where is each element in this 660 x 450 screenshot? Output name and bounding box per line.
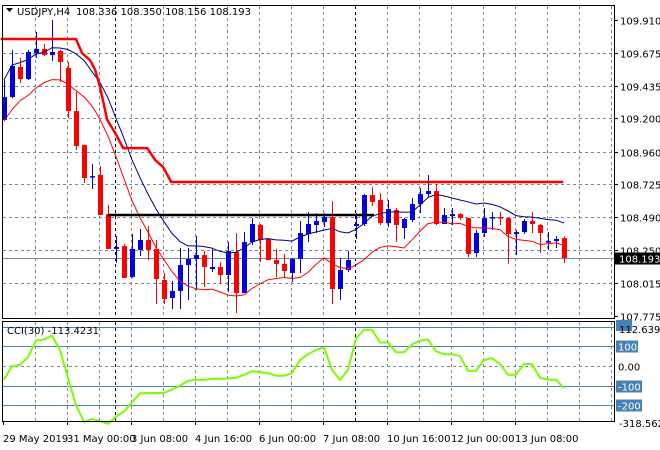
bear-candle	[234, 252, 239, 294]
bear-candle	[282, 263, 287, 272]
price-axis-label: 109.910	[620, 17, 660, 28]
time-axis-label: 4 Jun 16:00	[195, 434, 252, 445]
bull-candle	[450, 214, 455, 216]
time-axis-label: 7 Jun 08:00	[323, 434, 380, 445]
cci-max-label: 112.639	[619, 325, 660, 336]
cci-level-label: -100	[618, 383, 641, 394]
bull-candle	[514, 232, 519, 234]
bear-candle	[466, 218, 471, 254]
bull-candle	[314, 220, 319, 225]
time-axis-label: 10 Jun 16:00	[387, 434, 451, 445]
bull-candle	[402, 219, 407, 229]
price-axis-label: 108.015	[620, 280, 660, 291]
bear-candle	[258, 224, 263, 240]
bull-candle	[546, 241, 551, 243]
bear-candle	[266, 238, 271, 261]
bear-candle	[202, 255, 207, 267]
bear-candle	[122, 246, 127, 278]
current-price-label: 108.193	[619, 255, 660, 266]
bull-candle	[554, 238, 559, 242]
bull-candle	[170, 290, 175, 299]
bull-candle	[362, 195, 367, 225]
bear-candle	[146, 239, 151, 250]
price-axis-label: 109.435	[620, 83, 660, 94]
bull-candle	[210, 266, 215, 270]
price-axis-label: 109.200	[620, 115, 660, 126]
cci-label: CCI(30) -113.4231	[7, 326, 99, 337]
bull-candle	[386, 209, 391, 224]
bear-candle	[58, 51, 63, 62]
bear-candle	[218, 266, 223, 276]
bull-candle	[50, 52, 55, 56]
price-axis-label: 108.960	[620, 149, 660, 160]
bear-candle	[74, 111, 79, 146]
bull-candle	[426, 191, 431, 195]
bear-candle	[538, 224, 543, 234]
bull-candle	[34, 48, 39, 53]
bull-candle	[226, 251, 231, 276]
bear-candle	[66, 67, 71, 112]
cci-indicator	[3, 328, 565, 425]
bull-candle	[10, 66, 15, 98]
bull-candle	[306, 224, 311, 234]
bull-candle	[242, 242, 247, 294]
bear-candle	[434, 191, 439, 225]
time-axis-label: 6 Jun 00:00	[259, 434, 316, 445]
cci-level-label: 100	[618, 343, 637, 354]
bull-candle	[138, 239, 143, 250]
dropdown-triangle-icon[interactable]	[6, 8, 13, 12]
bull-candle	[522, 220, 527, 233]
bull-candle	[90, 176, 95, 178]
time-axis-label: 3 Jun 08:00	[131, 434, 188, 445]
bull-candle	[130, 248, 135, 277]
bull-candle	[186, 258, 191, 266]
price-axis-label: 108.725	[620, 181, 660, 192]
bull-candle	[482, 218, 487, 234]
bear-candle	[498, 217, 503, 219]
cci-min-label: -318.5623	[619, 419, 660, 430]
cci-level-label: 0.00	[618, 363, 640, 374]
symbol-label: USDJPY,H4	[17, 7, 70, 18]
bear-candle	[378, 200, 383, 224]
ohlc-readout: 108.336 108.350 108.156 108.193	[76, 7, 251, 18]
cci-level-label: -200	[618, 402, 641, 413]
time-axis-label: 29 May 2019	[3, 434, 68, 445]
bull-candle	[354, 224, 359, 226]
bull-candle	[490, 217, 495, 219]
bull-candle	[322, 217, 327, 222]
bear-candle	[530, 220, 535, 225]
bull-candle	[338, 270, 343, 290]
bull-candle	[194, 255, 199, 259]
price-axis-label: 109.675	[620, 50, 660, 61]
bear-candle	[458, 214, 463, 219]
bull-candle	[178, 265, 183, 291]
bull-candle	[250, 224, 255, 243]
time-axis-label: 31 May 00:00	[67, 434, 136, 445]
bear-candle	[274, 260, 279, 264]
bear-candle	[562, 238, 567, 258]
cci-line	[3, 328, 565, 425]
chart-window: 109.910 109.675 109.435 109.200 108.960 108.7…	[0, 5, 660, 445]
bear-candle	[330, 217, 335, 290]
bear-candle	[370, 195, 375, 202]
bear-candle	[82, 145, 87, 179]
bear-candle	[162, 280, 167, 300]
price-axis-label: 108.490	[620, 214, 660, 225]
bear-candle	[154, 248, 159, 280]
bull-candle	[26, 52, 31, 80]
time-axis-label: 12 Jun 00:00	[451, 434, 515, 445]
time-axis-label: 13 Jun 08:00	[515, 434, 579, 445]
bear-candle	[98, 174, 103, 216]
ma-upper-line	[3, 47, 565, 254]
bear-candle	[18, 66, 23, 80]
bull-candle	[474, 233, 479, 253]
bull-candle	[290, 258, 295, 273]
bear-candle	[106, 214, 111, 249]
bear-candle	[506, 218, 511, 234]
bull-candle	[114, 247, 119, 249]
